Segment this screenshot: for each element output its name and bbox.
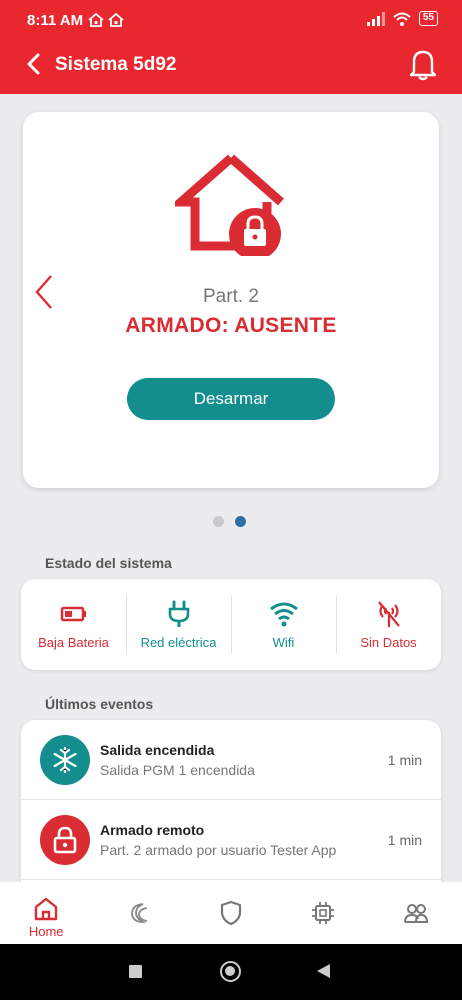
nav-security[interactable] <box>185 882 277 944</box>
nav-devices[interactable] <box>277 882 369 944</box>
event-time: 1 min <box>387 832 422 848</box>
notification-icons <box>88 12 124 28</box>
back-icon[interactable] <box>317 964 330 978</box>
users-icon <box>403 904 428 923</box>
status-item-label: Baja Bateria <box>38 635 109 650</box>
battery-indicator: 55 <box>418 11 438 26</box>
snowflake-icon <box>40 735 90 785</box>
nav-home[interactable]: Home <box>0 882 92 944</box>
status-time: 8:11 AM <box>27 12 84 29</box>
home-button-icon[interactable] <box>220 961 241 982</box>
home-notification-icon <box>88 12 104 27</box>
list-item[interactable]: Armado remoto Part. 2 armado por usuario… <box>21 800 441 880</box>
recents-icon[interactable] <box>129 965 142 978</box>
event-title: Armado remoto <box>100 822 205 838</box>
status-item-battery[interactable]: Baja Bateria <box>21 579 126 670</box>
lock-icon <box>40 815 90 865</box>
status-item-label: Wifi <box>272 635 295 650</box>
partition-name: Part. 2 <box>203 286 259 307</box>
partition-card: Part. 2 ARMADO: AUSENTE Desarmar <box>23 112 439 488</box>
arm-state: ARMADO: AUSENTE <box>125 314 337 337</box>
page-title: Sistema 5d92 <box>55 54 177 75</box>
system-status-card: Baja Bateria Red eléctrica Wifi Sin Dato… <box>21 579 441 670</box>
event-subtitle: Salida PGM 1 encendida <box>100 762 255 778</box>
wifi-icon <box>269 602 298 627</box>
status-item-data[interactable]: Sin Datos <box>336 579 441 670</box>
event-title: Salida encendida <box>100 742 215 758</box>
nav-users[interactable] <box>370 882 462 944</box>
events-list: Salida encendida Salida PGM 1 encendida … <box>21 720 441 882</box>
pager-dot-active[interactable] <box>235 516 246 527</box>
shield-icon <box>220 900 242 926</box>
nav-night[interactable] <box>92 882 184 944</box>
status-item-power[interactable]: Red eléctrica <box>126 579 231 670</box>
system-status-title: Estado del sistema <box>45 555 172 571</box>
event-subtitle: Part. 2 armado por usuario Tester App <box>100 842 337 858</box>
chip-icon <box>312 902 335 924</box>
event-time: 1 min <box>387 752 422 768</box>
house-armed-icon <box>175 154 284 256</box>
events-title: Últimos eventos <box>45 696 154 712</box>
pager-dots <box>213 516 246 527</box>
power-plug-icon <box>168 600 189 627</box>
status-bar: 8:11 AM 55 <box>0 0 462 40</box>
disarm-button[interactable]: Desarmar <box>127 378 335 420</box>
list-item[interactable]: Salida encendida Salida PGM 1 encendida … <box>21 720 441 800</box>
home-icon <box>35 897 58 921</box>
pager-dot[interactable] <box>213 516 224 527</box>
bell-icon[interactable] <box>408 47 438 81</box>
home-notification-icon <box>108 12 124 27</box>
cell-signal-icon <box>366 11 385 26</box>
status-item-label: Sin Datos <box>360 635 417 650</box>
status-item-wifi[interactable]: Wifi <box>231 579 336 670</box>
bottom-nav: Home <box>0 882 462 944</box>
top-bar: 8:11 AM 55 Sistema 5d92 <box>0 0 462 94</box>
back-arrow-icon[interactable] <box>22 50 46 78</box>
wifi-status-icon <box>393 12 411 26</box>
nav-label: Home <box>28 924 64 939</box>
no-signal-icon <box>377 601 400 627</box>
status-item-label: Red eléctrica <box>140 635 217 650</box>
battery-low-icon <box>60 606 86 622</box>
night-mode-icon <box>130 903 147 923</box>
status-right: 55 <box>366 11 438 26</box>
